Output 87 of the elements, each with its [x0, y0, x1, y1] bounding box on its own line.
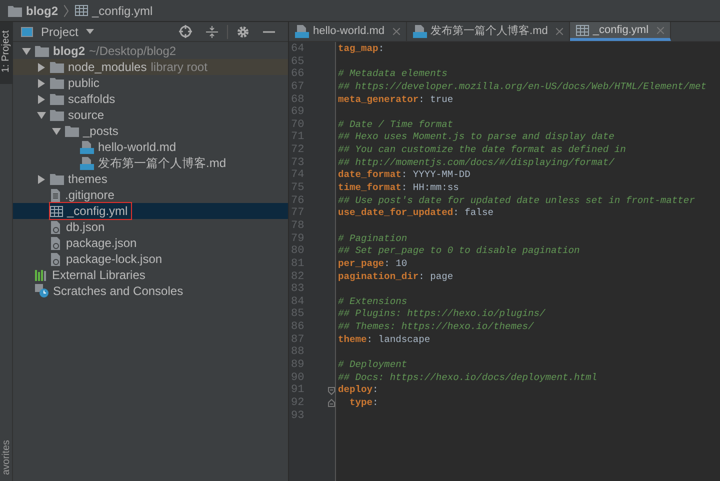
- code-line: theme: landscape: [338, 334, 430, 345]
- code-line: # Extensions: [338, 296, 408, 307]
- code-line: ## Plugins: https://hexo.io/plugins/: [338, 308, 546, 320]
- project-view-dropdown[interactable]: Project: [41, 22, 78, 40]
- code-line: ## Set per_page to 0 to disable pagination: [338, 245, 580, 256]
- tree-item[interactable]: node_modules: [68, 58, 147, 76]
- code-line: date_format: YYYY-MM-DD: [338, 169, 470, 180]
- code-line: pagination_dir: page: [338, 270, 454, 282]
- crosshair-icon[interactable]: [179, 25, 192, 38]
- code-line: type:: [348, 396, 378, 408]
- expanded-arrow-icon[interactable]: [22, 48, 30, 54]
- code-line: ## Hexo uses Moment.js to parse and display date: [338, 131, 614, 142]
- folder-icon: [50, 61, 64, 73]
- expanded-arrow-icon[interactable]: [52, 128, 60, 134]
- tree-item[interactable]: public: [68, 74, 100, 92]
- folder-icon: [50, 77, 64, 89]
- json-file-icon: [50, 220, 62, 234]
- collapsed-arrow-icon[interactable]: [38, 94, 44, 104]
- code-line: ## Themes: https://hexo.io/themes/: [338, 321, 534, 332]
- scratch-clock-icon: [35, 284, 49, 298]
- code-line: use_date_for_updated: false: [338, 207, 494, 218]
- markdown-file-icon: [80, 156, 94, 170]
- collapsed-arrow-icon[interactable]: [38, 62, 44, 72]
- tree-item[interactable]: External Libraries: [52, 266, 146, 284]
- tree-item[interactable]: source: [68, 106, 104, 124]
- favorites-tool-tab[interactable]: avorites: [0, 440, 14, 475]
- code-line: tag_map:: [338, 43, 384, 54]
- folder-icon: [50, 173, 64, 185]
- tree-item[interactable]: hello-world.md: [98, 138, 176, 156]
- minimize-icon[interactable]: [263, 30, 275, 32]
- settings-icon[interactable]: [237, 26, 249, 38]
- code-line: ## http://momentjs.com/docs/#/displaying/format/: [338, 156, 614, 168]
- code-line: ## Docs: https://hexo.io/docs/deployment.html: [338, 372, 598, 383]
- fold-start-icon[interactable]: [328, 386, 335, 395]
- tree-item[interactable]: themes: [68, 170, 108, 188]
- json-file-icon: [50, 236, 62, 250]
- code-line: per_page: 10: [338, 258, 408, 269]
- editor-tab[interactable]: _config.yml: [570, 22, 671, 41]
- caret-icon: [86, 29, 94, 34]
- code-line: time_format: HH:mm:ss: [338, 182, 459, 194]
- code-line: # Deployment: [338, 359, 408, 370]
- fold-end-icon[interactable]: [328, 399, 335, 408]
- text-file-icon: [50, 188, 61, 202]
- table-icon: [75, 5, 88, 16]
- editor-tab[interactable]: hello-world.md: [289, 22, 407, 41]
- tree-item[interactable]: blog2: [53, 42, 85, 60]
- table-icon: [576, 24, 589, 36]
- folder-icon: [8, 4, 22, 16]
- breadcrumb-item[interactable]: blog2: [26, 2, 58, 20]
- folder-icon: [65, 125, 79, 137]
- code-line: # Date / Time format: [338, 118, 454, 130]
- editor-tab[interactable]: 发布第一篇个人博客.md: [406, 22, 570, 41]
- expanded-arrow-icon[interactable]: [36, 112, 46, 118]
- chevron-icon: [64, 4, 69, 16]
- panel-icon: [21, 26, 33, 36]
- code-line: ## You can customize the date format as defined in: [338, 144, 626, 156]
- bar-chart-icon: [35, 269, 48, 281]
- tree-item[interactable]: db.json: [66, 218, 105, 236]
- markdown-file-icon: [80, 140, 94, 154]
- close-icon[interactable]: [556, 28, 563, 35]
- collapse-icon[interactable]: [206, 26, 218, 38]
- close-icon[interactable]: [392, 28, 400, 35]
- code-line: deploy:: [338, 384, 378, 396]
- folder-icon: [50, 93, 64, 105]
- folder-icon: [50, 109, 64, 121]
- tree-item[interactable]: .gitignore: [65, 186, 114, 204]
- tree-item[interactable]: package.json: [66, 234, 137, 252]
- code-line: # Metadata elements: [338, 68, 448, 80]
- code-line: # Pagination: [338, 232, 408, 244]
- json-file-icon: [50, 252, 62, 266]
- markdown-file-icon: [295, 25, 309, 38]
- collapsed-arrow-icon[interactable]: [38, 78, 44, 88]
- tree-item[interactable]: 发布第一篇个人博客.md: [98, 154, 226, 172]
- table-icon: [50, 206, 63, 216]
- markdown-file-icon: [412, 25, 427, 38]
- code-line: ## Use post's date for updated date unless set in front-matter: [338, 194, 695, 206]
- tree-item[interactable]: _posts: [83, 122, 118, 140]
- folder-icon: [35, 45, 49, 57]
- breadcrumb-item[interactable]: _config.yml: [92, 2, 153, 20]
- tree-item[interactable]: scaffolds: [68, 90, 116, 108]
- tree-item[interactable]: package-lock.json: [66, 250, 162, 268]
- tree-item-note: library root: [150, 59, 208, 76]
- code-line: ## https://developer.mozilla.org/en-US/docs/Web/HTML/Element/met: [338, 80, 706, 92]
- tree-item-note: ~/Desktop/blog2: [89, 43, 176, 60]
- tree-item[interactable]: Scratches and Consoles: [53, 282, 184, 300]
- collapsed-arrow-icon[interactable]: [38, 174, 44, 184]
- code-line: meta_generator: true: [338, 94, 454, 105]
